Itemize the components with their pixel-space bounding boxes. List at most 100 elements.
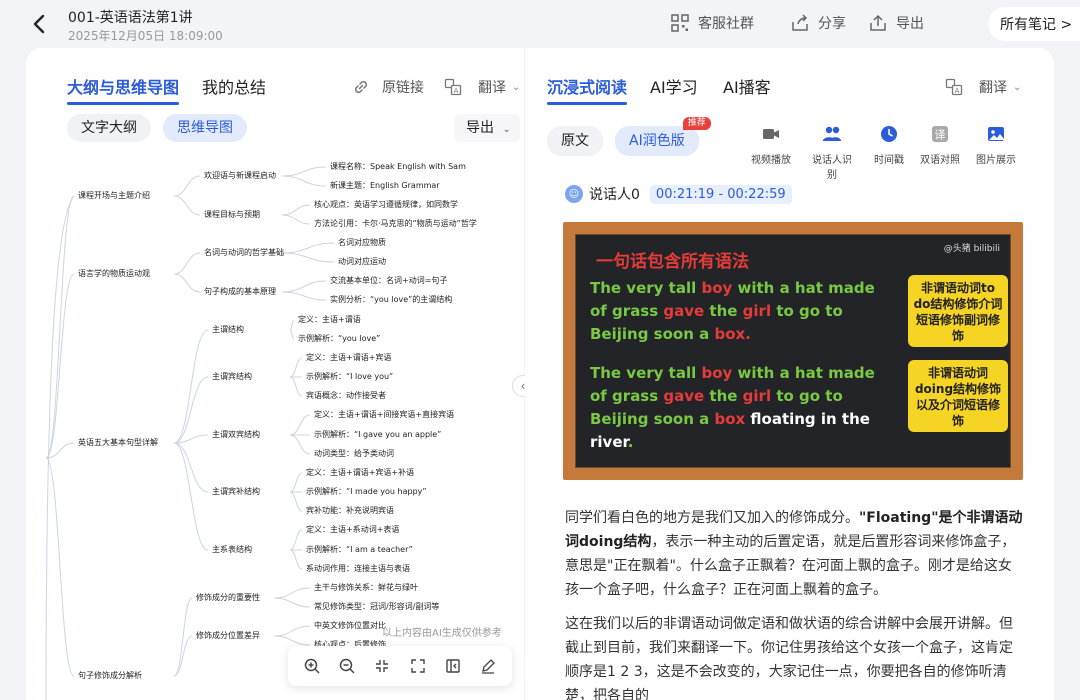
feature-video[interactable]: 视频播放 [747, 124, 795, 166]
mindmap-node-l2[interactable]: 课程目标与预期 [204, 210, 260, 220]
feature-image[interactable]: 图片展示 [972, 124, 1020, 166]
mindmap-node-l1[interactable]: 语言学的物质运动观 [78, 269, 150, 279]
time-range-badge[interactable]: 00:21:19 - 00:22:59 [649, 184, 792, 204]
mindmap-node-l2[interactable]: 句子构成的基本原理 [204, 287, 276, 297]
mindmap-node-l1[interactable]: 句子修饰成分解析 [78, 671, 142, 681]
feature-speaker-label: 说话人识别 [812, 155, 852, 181]
board-note-2: 非谓语动词doing结构修饰以及介词短语修饰 [908, 360, 1008, 432]
mindmap-node-l3[interactable]: 示例解析：“I gave you an apple” [314, 430, 441, 440]
translate-button-right[interactable]: A 翻译 ⌄ [945, 77, 1021, 97]
mindmap-node-l3[interactable]: 定义：主语+谓语+宾语+补语 [306, 468, 414, 478]
translate-label: 翻译 [979, 80, 1007, 96]
zoom-toolbar [288, 646, 512, 686]
mindmap-node-l3[interactable]: 方法论引用：卡尔·马克思的“物质与运动”哲学 [314, 219, 477, 229]
mindmap-node-l3[interactable]: 定义：主语+谓语+宾语 [306, 353, 391, 363]
people-icon [823, 126, 841, 141]
mindmap-node-l2[interactable]: 修饰成分位置差异 [196, 631, 260, 641]
chevron-down-icon: ⌄ [502, 124, 511, 135]
qrcode-icon [671, 14, 689, 32]
mindmap-node-l2[interactable]: 主谓宾补结构 [212, 487, 260, 497]
tab-ai-learn[interactable]: AI学习 [650, 74, 698, 98]
blackboard: @头猪 bilibili 一句话包含所有语法 The very tall boy… [575, 234, 1011, 468]
feature-video-label: 视频播放 [751, 155, 791, 166]
mindmap-node-l3[interactable]: 实例分析：“you love”的主谓结构 [330, 295, 452, 305]
mindmap-node-l3[interactable]: 课程名称：Speak English with Sam [330, 162, 466, 172]
chevron-down-icon: ⌄ [1013, 81, 1022, 93]
back-icon[interactable] [28, 12, 52, 36]
tab-reading[interactable]: 沉浸式阅读 [547, 74, 628, 105]
image-icon [988, 127, 1004, 141]
pill-mindmap[interactable]: 思维导图 [163, 114, 247, 142]
pill-original[interactable]: 原文 [547, 126, 603, 156]
edit-icon[interactable] [477, 655, 499, 677]
mindmap-node-l2[interactable]: 主系表结构 [212, 545, 252, 555]
pill-outline[interactable]: 文字大纲 [67, 114, 151, 142]
mindmap-node-l3[interactable]: 示例解析：“I am a teacher” [306, 545, 413, 555]
zoom-in-icon[interactable] [301, 655, 323, 677]
upload-icon [870, 14, 886, 31]
translate-button[interactable]: A 翻译 ⌄ [444, 77, 520, 97]
tab-mindmap[interactable]: 大纲与思维导图 [67, 74, 180, 105]
mindmap-node-l3[interactable]: 定义：主语+系动词+表语 [306, 525, 399, 535]
mindmap-node-l3[interactable]: 动词对应运动 [338, 257, 386, 267]
mindmap-node-l1[interactable]: 英语五大基本句型详解 [78, 438, 158, 448]
mindmap-node-l3[interactable]: 示例解析：“you love” [298, 334, 380, 344]
recommend-badge: 推荐 [682, 117, 711, 130]
feature-image-label: 图片展示 [976, 155, 1016, 166]
share-button[interactable]: 分享 [790, 13, 846, 33]
mindmap-node-l2[interactable]: 主谓双宾结构 [212, 430, 260, 440]
reading-panel: 沉浸式阅读 AI学习 AI播客 A 翻译 ⌄ 原文 AI润色版 推荐 视频播放 … [525, 48, 1054, 700]
feature-speaker[interactable]: 说话人识别 [808, 124, 856, 181]
svg-text:译: 译 [935, 129, 946, 142]
blackboard-image[interactable]: @头猪 bilibili 一句话包含所有语法 The very tall boy… [563, 222, 1023, 480]
mindmap-node-l3[interactable]: 主干与修饰关系：鲜花与绿叶 [314, 583, 418, 593]
mindmap-node-l3[interactable]: 交流基本单位：名词+动词=句子 [330, 276, 447, 286]
pill-ai-polish[interactable]: AI润色版 推荐 [615, 117, 711, 156]
community-button[interactable]: 客服社群 [670, 13, 754, 33]
mindmap-node-l3[interactable]: 新课主题：English Grammar [330, 181, 440, 191]
source-link-button[interactable]: 原链接 [352, 77, 424, 97]
export-label: 导出 [896, 16, 924, 32]
mindmap-node-l3[interactable]: 动词类型：给予类动词 [314, 449, 394, 459]
mindmap-node-l3[interactable]: 宾语概念：动作接受者 [306, 391, 386, 401]
mindmap-node-l2[interactable]: 主谓结构 [212, 325, 244, 335]
mindmap-node-l3[interactable]: 中英文修饰位置对比 [314, 621, 386, 631]
tab-ai-podcast[interactable]: AI播客 [723, 74, 771, 98]
translate-icon: A [945, 78, 963, 96]
mindmap-node-l3[interactable]: 定义：主语+谓语+间接宾语+直接宾语 [314, 410, 454, 420]
shrink-icon[interactable] [371, 655, 393, 677]
feature-bilingual[interactable]: 译 双语对照 [916, 124, 964, 166]
mindmap-node-l1[interactable]: 课程开场与主题介绍 [78, 191, 150, 201]
mindmap-node-l2[interactable]: 主谓宾结构 [212, 372, 252, 382]
speaker-avatar-icon: ☺ [565, 185, 583, 203]
tab-summary[interactable]: 我的总结 [202, 74, 266, 98]
mindmap-node-l3[interactable]: 示例解析：“I made you happy” [306, 487, 427, 497]
sidebar-icon[interactable] [442, 655, 464, 677]
board-note-1: 非谓语动词to do结构修饰介词短语修饰副词修饰 [908, 275, 1008, 347]
mindmap-node-l3[interactable]: 宾补功能：补充说明宾语 [306, 506, 394, 516]
mindmap-node-l3[interactable]: 常见修饰类型：冠词/形容词/副词等 [314, 602, 439, 612]
transcript-paragraph-2: 这在我们以后的非谓语动词做定语和做状语的综合讲解中会展开讲解。但截止到目前，我们… [565, 616, 1013, 700]
board-sentence-1: The very tall boy with a hat made of gra… [590, 279, 875, 343]
svg-text:A: A [454, 87, 459, 95]
translate-label: 翻译 [478, 80, 506, 96]
share-label: 分享 [818, 16, 846, 32]
expand-icon[interactable] [407, 655, 429, 677]
all-notes-button[interactable]: 所有笔记 > [988, 7, 1080, 41]
translate-icon: A [444, 78, 462, 96]
mindmap-canvas[interactable]: 课程开场与主题介绍 语言学的物质运动观 英语五大基本句型详解 句子修饰成分解析 欢迎语与… [26, 158, 524, 700]
mindmap-node-l3[interactable]: 定义：主语+谓语 [298, 315, 361, 325]
feature-timestamp[interactable]: 时间戳 [865, 124, 913, 166]
mindmap-node-l3[interactable]: 系动词作用：连接主语与表语 [306, 564, 410, 574]
mindmap-node-l3[interactable]: 示例解析：“I love you” [306, 372, 393, 382]
zoom-out-icon[interactable] [336, 655, 358, 677]
export-button[interactable]: 导出 [868, 13, 924, 33]
export-dropdown[interactable]: 导出 ⌄ [454, 114, 520, 142]
feature-timestamp-label: 时间戳 [874, 155, 904, 166]
mindmap-node-l3[interactable]: 名词对应物质 [338, 238, 386, 248]
doc-date: 2025年12月05日 18:09:00 [68, 29, 223, 43]
mindmap-node-l2[interactable]: 修饰成分的重要性 [196, 593, 260, 603]
mindmap-node-l3[interactable]: 核心观点：英语学习遵循规律，如同数学 [314, 200, 458, 210]
mindmap-node-l2[interactable]: 欢迎语与新课程启动 [204, 171, 276, 181]
mindmap-node-l2[interactable]: 名词与动词的哲学基础 [204, 248, 284, 258]
